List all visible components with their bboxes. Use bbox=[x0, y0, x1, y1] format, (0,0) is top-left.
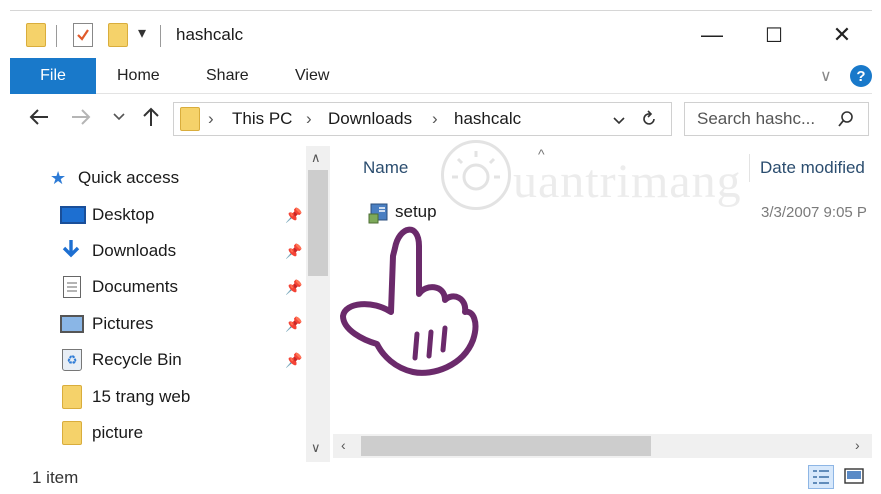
sort-ascending-icon: ^ bbox=[538, 146, 545, 162]
minimize-button[interactable]: — bbox=[682, 15, 742, 55]
help-icon[interactable]: ? bbox=[850, 65, 872, 87]
documents-icon bbox=[63, 276, 81, 298]
column-divider[interactable] bbox=[749, 154, 750, 182]
breadcrumb-separator[interactable]: › bbox=[306, 103, 312, 135]
pin-icon: 📌 bbox=[285, 351, 303, 368]
customize-toolbar-icon[interactable]: ▾ bbox=[138, 23, 146, 43]
status-bar: 1 item bbox=[10, 462, 872, 494]
horizontal-scrollbar[interactable]: ‹ › bbox=[333, 434, 872, 458]
search-box[interactable]: Search hashc... bbox=[684, 102, 869, 136]
sidebar-item-documents[interactable]: Documents 📌 bbox=[10, 269, 310, 305]
navigation-pane: ★ Quick access Desktop 📌 Downloads 📌 Doc… bbox=[10, 146, 333, 462]
scroll-left-icon[interactable]: ‹ bbox=[341, 437, 346, 453]
folder-icon bbox=[26, 23, 46, 47]
close-button[interactable]: ✕ bbox=[812, 15, 872, 55]
folder-icon bbox=[62, 421, 82, 445]
scrollbar-thumb[interactable] bbox=[361, 436, 651, 456]
desktop-icon bbox=[60, 206, 86, 224]
sidebar-item-picture[interactable]: picture bbox=[10, 415, 310, 451]
search-input[interactable]: Search hashc... bbox=[697, 109, 815, 129]
star-icon: ★ bbox=[50, 167, 67, 188]
tab-home[interactable]: Home bbox=[117, 58, 160, 94]
large-icons-view-icon[interactable] bbox=[842, 465, 868, 489]
address-row: › This PC › Downloads › hashcalc Search … bbox=[10, 94, 872, 146]
sidebar-item-label: Desktop bbox=[92, 205, 155, 224]
item-count: 1 item bbox=[32, 468, 79, 487]
pointing-hand-icon bbox=[340, 226, 479, 376]
scrollbar-thumb[interactable] bbox=[308, 170, 328, 276]
recycle-bin-icon: ♻ bbox=[62, 349, 82, 371]
scroll-right-icon[interactable]: › bbox=[855, 437, 860, 453]
pictures-icon bbox=[60, 315, 84, 333]
sidebar-item-label: Documents bbox=[92, 277, 178, 296]
breadcrumb-downloads[interactable]: Downloads bbox=[328, 103, 412, 135]
download-arrow-icon bbox=[60, 238, 86, 265]
file-list: uantrimang ^ Name Date modified setup 3/… bbox=[333, 140, 872, 462]
sidebar-item-desktop[interactable]: Desktop 📌 bbox=[10, 197, 310, 233]
nav-scrollbar[interactable]: ∧ ∨ bbox=[306, 146, 330, 462]
back-icon[interactable] bbox=[28, 106, 50, 134]
sidebar-item-label: 15 trang web bbox=[92, 387, 191, 406]
sidebar-item-pictures[interactable]: Pictures 📌 bbox=[10, 306, 310, 342]
column-header-name[interactable]: Name bbox=[363, 158, 408, 178]
sidebar-item-label: Pictures bbox=[92, 314, 154, 333]
tab-view[interactable]: View bbox=[295, 58, 329, 94]
sidebar-item-recycle-bin[interactable]: ♻ Recycle Bin 📌 bbox=[10, 342, 310, 378]
column-header-date-modified[interactable]: Date modified bbox=[760, 158, 865, 178]
up-icon[interactable] bbox=[140, 106, 162, 133]
tab-file[interactable]: File bbox=[10, 58, 96, 94]
divider bbox=[160, 25, 161, 47]
scroll-down-icon[interactable]: ∨ bbox=[311, 440, 321, 456]
folder-icon bbox=[180, 107, 200, 131]
folder-icon bbox=[62, 385, 82, 409]
details-view-icon[interactable] bbox=[808, 465, 834, 489]
address-bar[interactable]: › This PC › Downloads › hashcalc bbox=[173, 102, 672, 136]
sidebar-item-label: Recycle Bin bbox=[92, 350, 182, 369]
breadcrumb-hashcalc[interactable]: hashcalc bbox=[454, 103, 521, 135]
ribbon-collapse-icon[interactable]: ∨ bbox=[820, 66, 832, 86]
divider bbox=[56, 25, 57, 47]
sidebar-item-label: picture bbox=[92, 423, 144, 442]
ribbon: File Home Share View ∨ ? bbox=[10, 58, 872, 94]
breadcrumb-separator[interactable]: › bbox=[208, 103, 214, 135]
maximize-button[interactable]: ☐ bbox=[744, 15, 804, 55]
title-bar: ▾ hashcalc — ☐ ✕ bbox=[10, 10, 872, 58]
properties-icon[interactable] bbox=[73, 23, 93, 47]
search-icon[interactable] bbox=[837, 110, 855, 133]
new-folder-icon[interactable] bbox=[108, 23, 128, 47]
tab-share[interactable]: Share bbox=[206, 58, 249, 94]
sidebar-item-15-trang-web[interactable]: 15 trang web bbox=[10, 379, 310, 415]
sidebar-item-quick-access[interactable]: ★ Quick access bbox=[10, 160, 310, 196]
sidebar-item-downloads[interactable]: Downloads 📌 bbox=[10, 233, 310, 269]
forward-icon[interactable] bbox=[70, 106, 92, 133]
refresh-icon[interactable] bbox=[640, 110, 658, 133]
recent-locations-icon[interactable] bbox=[112, 109, 126, 129]
address-history-icon[interactable] bbox=[612, 113, 626, 133]
pin-icon: 📌 bbox=[285, 278, 303, 295]
scroll-up-icon[interactable]: ∧ bbox=[311, 150, 321, 166]
breadcrumb-separator[interactable]: › bbox=[432, 103, 438, 135]
pin-icon: 📌 bbox=[285, 206, 303, 223]
sidebar-item-label: Quick access bbox=[78, 168, 180, 187]
pin-icon: 📌 bbox=[285, 242, 303, 259]
file-date-modified: 3/3/2007 9:05 P bbox=[761, 204, 867, 221]
sidebar-item-label: Downloads bbox=[92, 241, 177, 260]
breadcrumb-this-pc[interactable]: This PC bbox=[232, 103, 292, 135]
pin-icon: 📌 bbox=[285, 315, 303, 332]
window-title: hashcalc bbox=[176, 25, 244, 44]
